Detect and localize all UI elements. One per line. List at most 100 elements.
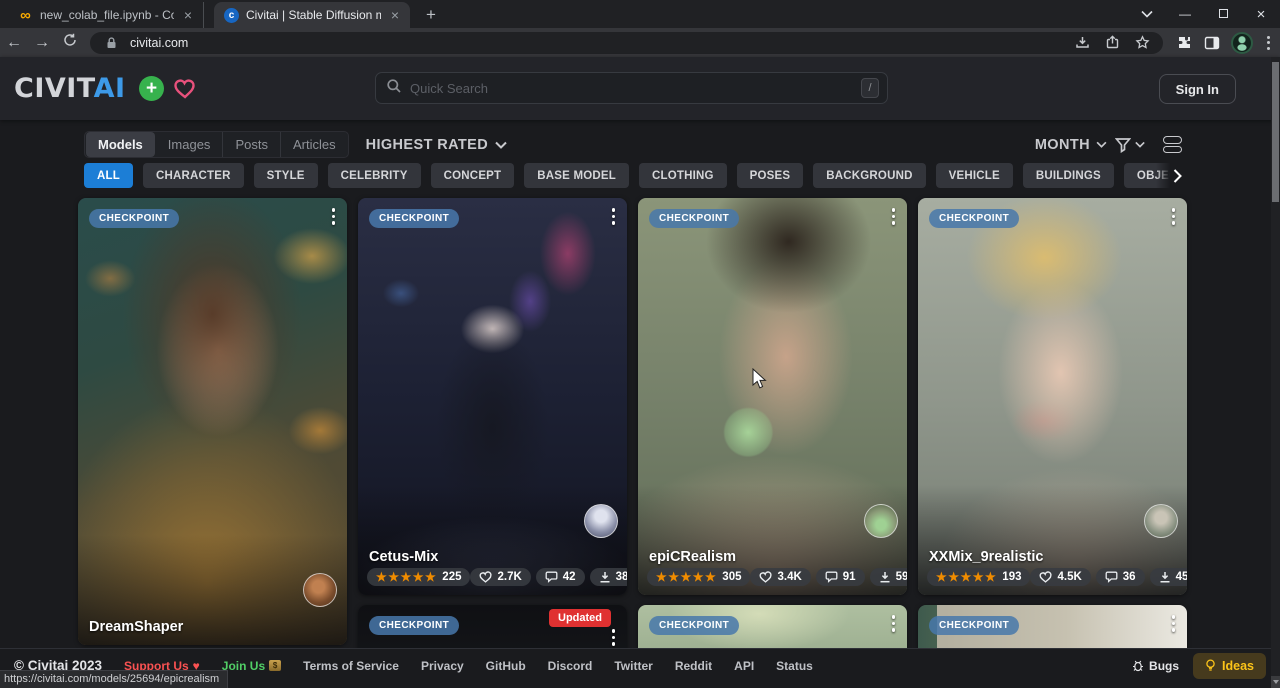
footer-link-discord[interactable]: Discord <box>548 659 593 673</box>
funnel-icon <box>1115 137 1131 153</box>
comment-icon <box>825 571 838 583</box>
bug-icon <box>1132 659 1144 672</box>
favorites-heart-icon[interactable] <box>172 76 197 101</box>
chip-character[interactable]: CHARACTER <box>143 163 244 188</box>
model-title: Cetus-Mix <box>369 549 438 565</box>
likes-pill: 3.4K <box>750 568 810 586</box>
footer-link-status[interactable]: Status <box>776 659 813 673</box>
layout-toggle-icon[interactable] <box>1163 136 1182 153</box>
new-tab-button[interactable]: + <box>418 2 444 28</box>
profile-avatar[interactable] <box>1231 32 1253 54</box>
chip-background[interactable]: BACKGROUND <box>813 163 925 188</box>
join-us-link[interactable]: Join Us$ <box>222 659 281 673</box>
scrollbar-thumb[interactable] <box>1272 62 1279 202</box>
model-type-badge: CHECKPOINT <box>649 209 739 228</box>
browser-menu-icon[interactable] <box>1257 32 1279 54</box>
sort-dropdown[interactable]: HIGHEST RATED <box>366 137 508 153</box>
close-icon[interactable]: × <box>388 7 402 23</box>
chip-celebrity[interactable]: CELEBRITY <box>328 163 421 188</box>
avatar <box>1231 32 1253 54</box>
sign-in-button[interactable]: Sign In <box>1159 74 1236 104</box>
scrollbar-down-arrow[interactable] <box>1271 676 1280 688</box>
model-type-badge: CHECKPOINT <box>929 616 1019 635</box>
tab-images[interactable]: Images <box>156 132 224 157</box>
card-menu-icon[interactable] <box>892 615 896 632</box>
tab-articles[interactable]: Articles <box>281 132 348 157</box>
model-type-badge: CHECKPOINT <box>649 616 739 635</box>
card-menu-icon[interactable] <box>1172 208 1176 225</box>
footer-link-github[interactable]: GitHub <box>486 659 526 673</box>
tab-posts[interactable]: Posts <box>223 132 281 157</box>
comments-pill: 42 <box>536 568 585 586</box>
chip-buildings[interactable]: BUILDINGS <box>1023 163 1114 188</box>
chevron-down-icon <box>495 141 507 149</box>
money-icon: $ <box>269 660 281 671</box>
footer-link-terms[interactable]: Terms of Service <box>303 659 399 673</box>
bookmark-star-icon[interactable] <box>1131 32 1153 54</box>
footer-link-reddit[interactable]: Reddit <box>675 659 712 673</box>
card-menu-icon[interactable] <box>612 629 616 646</box>
back-button[interactable]: ← <box>0 34 28 52</box>
side-panel-icon[interactable] <box>1201 32 1223 54</box>
model-card-cetus-mix[interactable]: CHECKPOINT Cetus-Mix ★★★★★ 225 2.7K 42 3… <box>358 198 627 595</box>
model-card-epicrealism[interactable]: CHECKPOINT epiCRealism ★★★★★ 305 3.4K 91… <box>638 198 907 595</box>
close-icon[interactable]: × <box>181 7 195 23</box>
model-title: XXMix_9realistic <box>929 549 1043 565</box>
chip-all[interactable]: ALL <box>84 163 133 188</box>
window-controls: — × <box>1128 0 1280 28</box>
chip-clothing[interactable]: CLOTHING <box>639 163 727 188</box>
card-menu-icon[interactable] <box>612 208 616 225</box>
downloads-pill: 45K <box>1150 568 1187 586</box>
rating-count: 225 <box>442 571 461 583</box>
chip-poses[interactable]: POSES <box>737 163 804 188</box>
card-menu-icon[interactable] <box>332 208 336 225</box>
downloads-pill: 59K <box>870 568 907 586</box>
page-scrollbar[interactable] <box>1271 57 1280 688</box>
chevron-down-icon <box>1135 141 1145 148</box>
chip-base-model[interactable]: BASE MODEL <box>524 163 629 188</box>
filter-dropdown[interactable] <box>1115 137 1145 153</box>
search-bar[interactable]: / <box>375 72 888 104</box>
footer-link-privacy[interactable]: Privacy <box>421 659 464 673</box>
search-input[interactable] <box>410 81 853 96</box>
card-menu-icon[interactable] <box>892 208 896 225</box>
model-type-badge: CHECKPOINT <box>89 209 179 228</box>
minimize-button[interactable]: — <box>1166 7 1204 21</box>
period-dropdown[interactable]: MONTH <box>1035 137 1107 153</box>
comments-pill: 91 <box>816 568 865 586</box>
tab-search-icon[interactable] <box>1128 7 1166 21</box>
status-bar-url: https://civitai.com/models/25694/epicrea… <box>0 670 228 688</box>
browser-tab-civitai[interactable]: c Civitai | Stable Diffusion models, × <box>214 2 410 28</box>
chip-vehicle[interactable]: VEHICLE <box>936 163 1013 188</box>
chip-style[interactable]: STYLE <box>254 163 318 188</box>
close-window-button[interactable]: × <box>1242 6 1280 23</box>
heart-icon <box>479 571 492 583</box>
forward-button[interactable]: → <box>28 34 56 52</box>
bugs-link[interactable]: Bugs <box>1132 659 1179 673</box>
model-card-dreamshaper[interactable]: CHECKPOINT DreamShaper <box>78 198 347 645</box>
create-plus-button[interactable]: + <box>139 76 164 101</box>
download-page-icon[interactable] <box>1071 32 1093 54</box>
model-card-xxmix-9realistic[interactable]: CHECKPOINT XXMix_9realistic ★★★★★ 193 4.… <box>918 198 1187 595</box>
ideas-button[interactable]: Ideas <box>1193 653 1266 679</box>
maximize-button[interactable] <box>1204 7 1242 21</box>
footer-link-api[interactable]: API <box>734 659 754 673</box>
chips-scroll-right-icon[interactable] <box>1156 163 1182 188</box>
creator-avatar[interactable] <box>303 573 337 607</box>
browser-tab-colab[interactable]: ∞ new_colab_file.ipynb - Colaborat × <box>8 2 204 28</box>
address-bar[interactable]: civitai.com <box>90 32 1163 54</box>
civitai-favicon: c <box>224 8 239 23</box>
creator-avatar[interactable] <box>864 504 898 538</box>
creator-avatar[interactable] <box>584 504 618 538</box>
creator-avatar[interactable] <box>1144 504 1178 538</box>
civitai-logo[interactable]: CIVITAI <box>14 73 126 104</box>
card-menu-icon[interactable] <box>1172 615 1176 632</box>
chip-concept[interactable]: CONCEPT <box>431 163 515 188</box>
footer-link-twitter[interactable]: Twitter <box>614 659 652 673</box>
mouse-cursor <box>752 368 768 390</box>
tab-models[interactable]: Models <box>86 132 155 157</box>
reload-button[interactable] <box>56 33 84 52</box>
extensions-puzzle-icon[interactable] <box>1173 32 1195 54</box>
rating-pill: ★★★★★ 193 <box>927 568 1030 586</box>
share-icon[interactable] <box>1101 32 1123 54</box>
